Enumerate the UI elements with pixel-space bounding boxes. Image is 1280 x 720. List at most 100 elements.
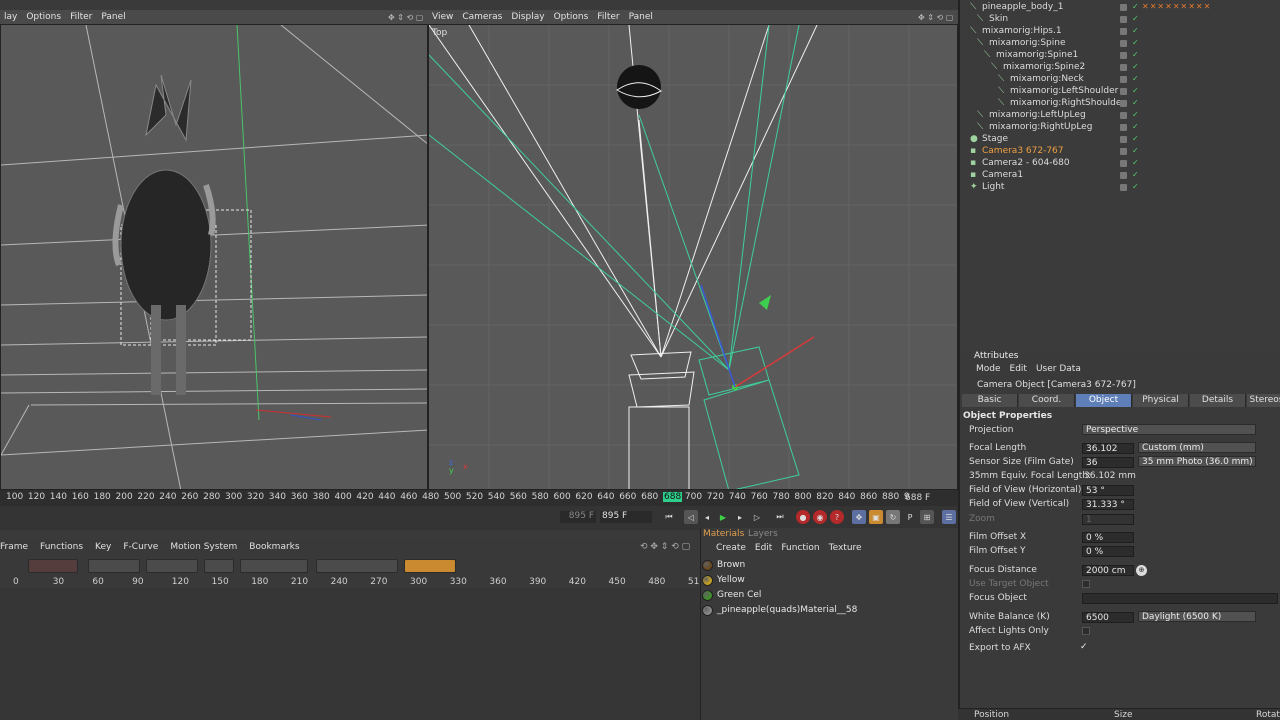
right-menu-item[interactable]: Panel [629,12,653,22]
object-row[interactable]: ⟍ mixamorig:Spine2 ✓ [960,62,1280,74]
affect-lights-checkbox[interactable] [1082,627,1090,635]
enable-icon[interactable]: ✓ [1132,146,1139,155]
right-menu-item[interactable]: Cameras [462,12,502,22]
object-row[interactable]: ⟍ Skin ✓ [960,14,1280,26]
interp-tools-group[interactable] [204,559,234,573]
timeline-graph-area[interactable] [0,588,700,720]
tab-materials[interactable]: Materials [703,529,744,541]
enable-icon[interactable]: ✓ [1132,134,1139,143]
record-button[interactable]: ● [796,510,810,524]
visibility-icon[interactable] [1120,52,1127,59]
enable-icon[interactable]: ✓ [1132,158,1139,167]
timeline-menu-item[interactable]: Key [95,542,111,556]
keyframe-selection-button[interactable]: ? [830,510,844,524]
timeline-menu-icon[interactable]: ☰ [942,510,956,524]
enable-icon[interactable]: ✓ [1132,110,1139,119]
object-row[interactable]: ⟍ mixamorig:Neck ✓ [960,74,1280,86]
attributes-menu-item[interactable]: Edit [1010,364,1027,374]
timeline-menu-item[interactable]: Frame [0,542,28,556]
timeline-menu-item[interactable]: F-Curve [123,542,158,556]
sensor-size-field[interactable]: 36 [1082,457,1134,468]
right-viewport[interactable]: Top z y x [428,24,958,490]
go-to-start-button[interactable]: ⏮ [662,510,676,524]
enable-icon[interactable]: ✓ [1132,170,1139,179]
enable-icon[interactable]: ✓ [1132,2,1139,11]
object-row[interactable]: ⟍ mixamorig:RightShoulder ✓ [960,98,1280,110]
visibility-icon[interactable] [1120,64,1127,71]
right-viewport-controls[interactable]: ✥ ⇕ ⟲ ▢ [918,10,953,24]
clamp-tools-group[interactable] [240,559,308,573]
right-menu-item[interactable]: Filter [597,12,619,22]
object-row[interactable]: ⟍ mixamorig:LeftUpLeg ✓ [960,110,1280,122]
right-menu-item[interactable]: View [432,12,453,22]
projection-dropdown[interactable]: Perspective [1082,424,1256,435]
visibility-icon[interactable] [1120,136,1127,143]
materials-menu-item[interactable]: Create [716,543,746,556]
materials-menu-item[interactable]: Edit [755,543,772,556]
enable-icon[interactable]: ✓ [1132,38,1139,47]
next-key-button[interactable]: ▷ [750,510,764,524]
tab-attr[interactable]: Coord. [1019,394,1075,407]
object-row[interactable]: ⟍ mixamorig:RightUpLeg ✓ [960,122,1280,134]
left-menu-item[interactable]: Options [26,12,61,22]
enable-icon[interactable]: ✓ [1132,86,1139,95]
use-target-checkbox[interactable] [1082,580,1090,588]
scale-key-icon[interactable]: ▣ [869,510,883,524]
key-tools-group[interactable] [28,559,78,573]
visibility-icon[interactable] [1120,40,1127,47]
step-back-button[interactable]: ◂ [700,510,714,524]
visibility-icon[interactable] [1120,100,1127,107]
pla-key-icon[interactable]: ⊞ [920,510,934,524]
fov-vertical-field[interactable]: 31.333 ° [1082,499,1134,510]
white-balance-preset[interactable]: Daylight (6500 K) [1138,611,1256,622]
material-item[interactable]: Brown [702,558,745,572]
pineapple-character[interactable] [112,74,216,395]
enable-icon[interactable]: ✓ [1132,122,1139,131]
left-menu-item[interactable]: lay [4,12,17,22]
tab-attr[interactable]: Details [1190,394,1246,407]
focal-length-preset[interactable]: Custom (mm) [1138,442,1256,453]
visibility-icon[interactable] [1120,172,1127,179]
pineapple-top-view[interactable] [616,65,662,109]
tab-attr[interactable]: Physical [1133,394,1189,407]
object-row[interactable]: ▪ Camera2 - 604-680 ✓ [960,158,1280,170]
object-row[interactable]: ⟍ mixamorig:Hips.1 ✓ [960,26,1280,38]
enable-icon[interactable]: ✓ [1132,50,1139,59]
visibility-icon[interactable] [1120,28,1127,35]
timeline-menu-item[interactable]: Functions [40,542,83,556]
visibility-icon[interactable] [1120,76,1127,83]
object-row[interactable]: ▪ Camera1 ✓ [960,170,1280,182]
enable-icon[interactable]: ✓ [1132,98,1139,107]
tab-layers[interactable]: Layers [748,529,778,541]
materials-panel[interactable] [700,528,958,720]
right-menu-item[interactable]: Options [554,12,589,22]
object-row[interactable]: ⟍ mixamorig:Spine1 ✓ [960,50,1280,62]
visibility-icon[interactable] [1120,184,1127,191]
white-balance-field[interactable]: 6500 [1082,612,1134,623]
param-key-icon[interactable]: P [903,510,917,524]
timeline-menu-item[interactable]: Bookmarks [249,542,299,556]
play-button[interactable]: ▶ [716,510,730,524]
snap-tools-group[interactable] [316,559,398,573]
film-offset-y-field[interactable]: 0 % [1082,546,1134,557]
object-row[interactable]: ● Stage ✓ [960,134,1280,146]
tab-attr[interactable]: Stereos [1247,394,1280,407]
object-row[interactable]: ⟍ mixamorig:LeftShoulder ✓ [960,86,1280,98]
tab-attr[interactable]: Basic [962,394,1018,407]
attributes-menu-item[interactable]: User Data [1036,364,1081,374]
object-row[interactable]: ✦ Light ✓ [960,182,1280,194]
timeline-ruler[interactable]: 688 F 100 120 140 160 180 200 220 240 260 280 300 3… [0,490,958,506]
left-viewport-controls[interactable]: ✥ ⇕ ⟲ ▢ [388,10,423,24]
focus-object-link[interactable] [1082,593,1278,604]
right-menu-item[interactable]: Display [511,12,544,22]
tab-attr[interactable]: Object [1076,394,1132,407]
step-forward-button[interactable]: ▸ [733,510,747,524]
focus-pick-icon[interactable]: ⊕ [1136,565,1147,576]
autokey-button[interactable]: ◉ [813,510,827,524]
enable-icon[interactable]: ✓ [1132,182,1139,191]
left-menu-item[interactable]: Panel [101,12,125,22]
left-viewport[interactable] [0,24,428,490]
enable-icon[interactable]: ✓ [1132,62,1139,71]
export-afx-checkbox[interactable]: ✓ [1080,642,1090,652]
auto-tools-group[interactable] [404,559,456,573]
